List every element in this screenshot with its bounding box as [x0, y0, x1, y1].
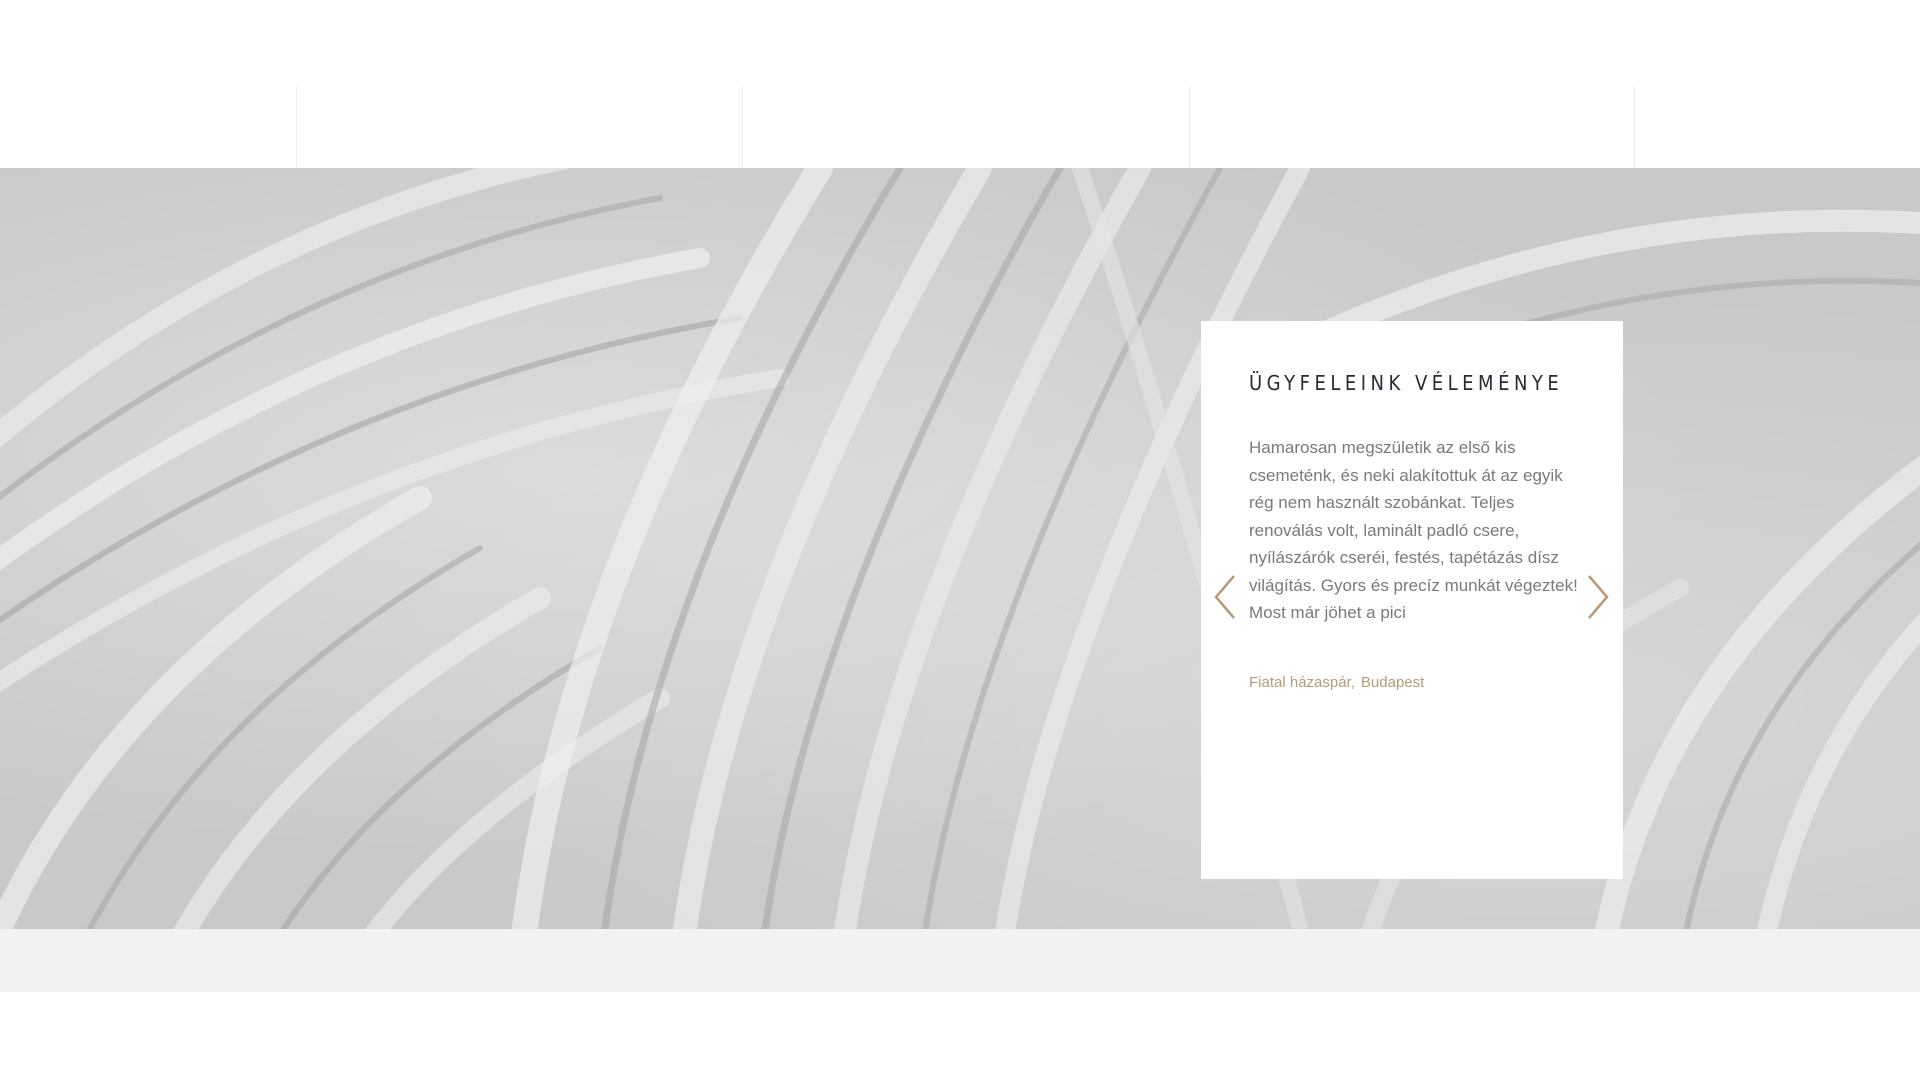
- previous-testimonial-button[interactable]: [1210, 572, 1240, 622]
- column-divider: [1634, 86, 1635, 168]
- column-divider: [742, 86, 743, 168]
- testimonial-quote: Hamarosan megszületik az első kis csemet…: [1249, 438, 1578, 622]
- testimonial-author: Fiatal házaspár, Budapest: [1249, 674, 1589, 691]
- next-testimonial-button[interactable]: [1583, 572, 1613, 622]
- bottom-band: [0, 929, 1920, 992]
- testimonials-title: ÜGYFELEINK VÉLEMÉNYE: [1249, 371, 1564, 395]
- chevron-left-icon: [1214, 575, 1235, 619]
- chevron-right-icon: [1588, 575, 1609, 619]
- column-divider: [296, 86, 297, 168]
- plaster-texture-image: [0, 168, 1920, 929]
- top-band: [0, 0, 1920, 168]
- column-divider: [1189, 86, 1190, 168]
- author-name: Fiatal házaspár,: [1249, 674, 1355, 691]
- page: ÜGYFELEINK VÉLEMÉNYE Hamarosan megszület…: [0, 0, 1920, 1080]
- author-city: Budapest: [1360, 674, 1425, 691]
- testimonial-card: ÜGYFELEINK VÉLEMÉNYE Hamarosan megszület…: [1201, 321, 1623, 879]
- textured-wall-background: ÜGYFELEINK VÉLEMÉNYE Hamarosan megszület…: [0, 168, 1920, 929]
